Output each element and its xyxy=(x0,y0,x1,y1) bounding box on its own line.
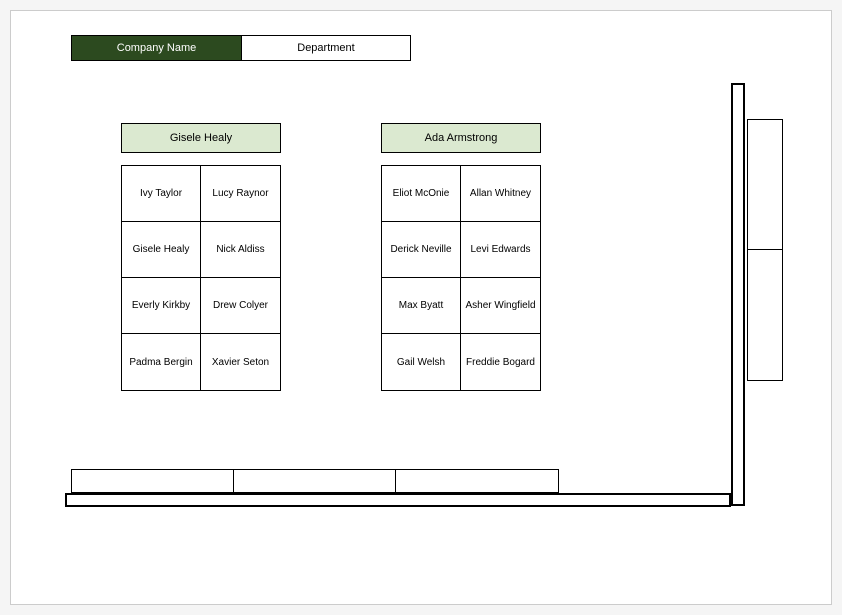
seat-cell: Everly Kirkby xyxy=(122,278,201,334)
bottom-desk-cell xyxy=(72,470,234,492)
seating-chart-page: Company Name Department Gisele Healy Ivy… xyxy=(10,10,832,605)
bottom-desk-cell xyxy=(234,470,396,492)
seat-cell: Levi Edwards xyxy=(461,222,540,278)
seat-cell: Ivy Taylor xyxy=(122,166,201,222)
bottom-wall xyxy=(65,493,731,507)
seat-cell: Allan Whitney xyxy=(461,166,540,222)
team-grid-2: Eliot McOnie Allan Whitney Derick Nevill… xyxy=(381,165,541,391)
seat-cell: Asher Wingfield xyxy=(461,278,540,334)
team-block-1: Gisele Healy Ivy Taylor Lucy Raynor Gise… xyxy=(121,123,281,391)
seat-cell: Eliot McOnie xyxy=(382,166,461,222)
seat-cell: Padma Bergin xyxy=(122,334,201,390)
header-row: Company Name Department xyxy=(71,35,411,61)
seat-cell: Freddie Bogard xyxy=(461,334,540,390)
right-desk-cell xyxy=(748,120,782,250)
right-desk-cell xyxy=(748,250,782,380)
team-grid-1: Ivy Taylor Lucy Raynor Gisele Healy Nick… xyxy=(121,165,281,391)
seat-cell: Derick Neville xyxy=(382,222,461,278)
seat-cell: Gisele Healy xyxy=(122,222,201,278)
team-block-2: Ada Armstrong Eliot McOnie Allan Whitney… xyxy=(381,123,541,391)
seat-cell: Lucy Raynor xyxy=(201,166,280,222)
seat-cell: Xavier Seton xyxy=(201,334,280,390)
seat-cell: Gail Welsh xyxy=(382,334,461,390)
seat-cell: Nick Aldiss xyxy=(201,222,280,278)
right-wall xyxy=(731,83,745,506)
team-lead-1: Gisele Healy xyxy=(121,123,281,153)
team-lead-2: Ada Armstrong xyxy=(381,123,541,153)
department-cell: Department xyxy=(241,35,411,61)
company-name-cell: Company Name xyxy=(71,35,241,61)
bottom-desk-row xyxy=(71,469,559,493)
bottom-desk-cell xyxy=(396,470,558,492)
seat-cell: Drew Colyer xyxy=(201,278,280,334)
right-desk-column xyxy=(747,119,783,381)
seat-cell: Max Byatt xyxy=(382,278,461,334)
